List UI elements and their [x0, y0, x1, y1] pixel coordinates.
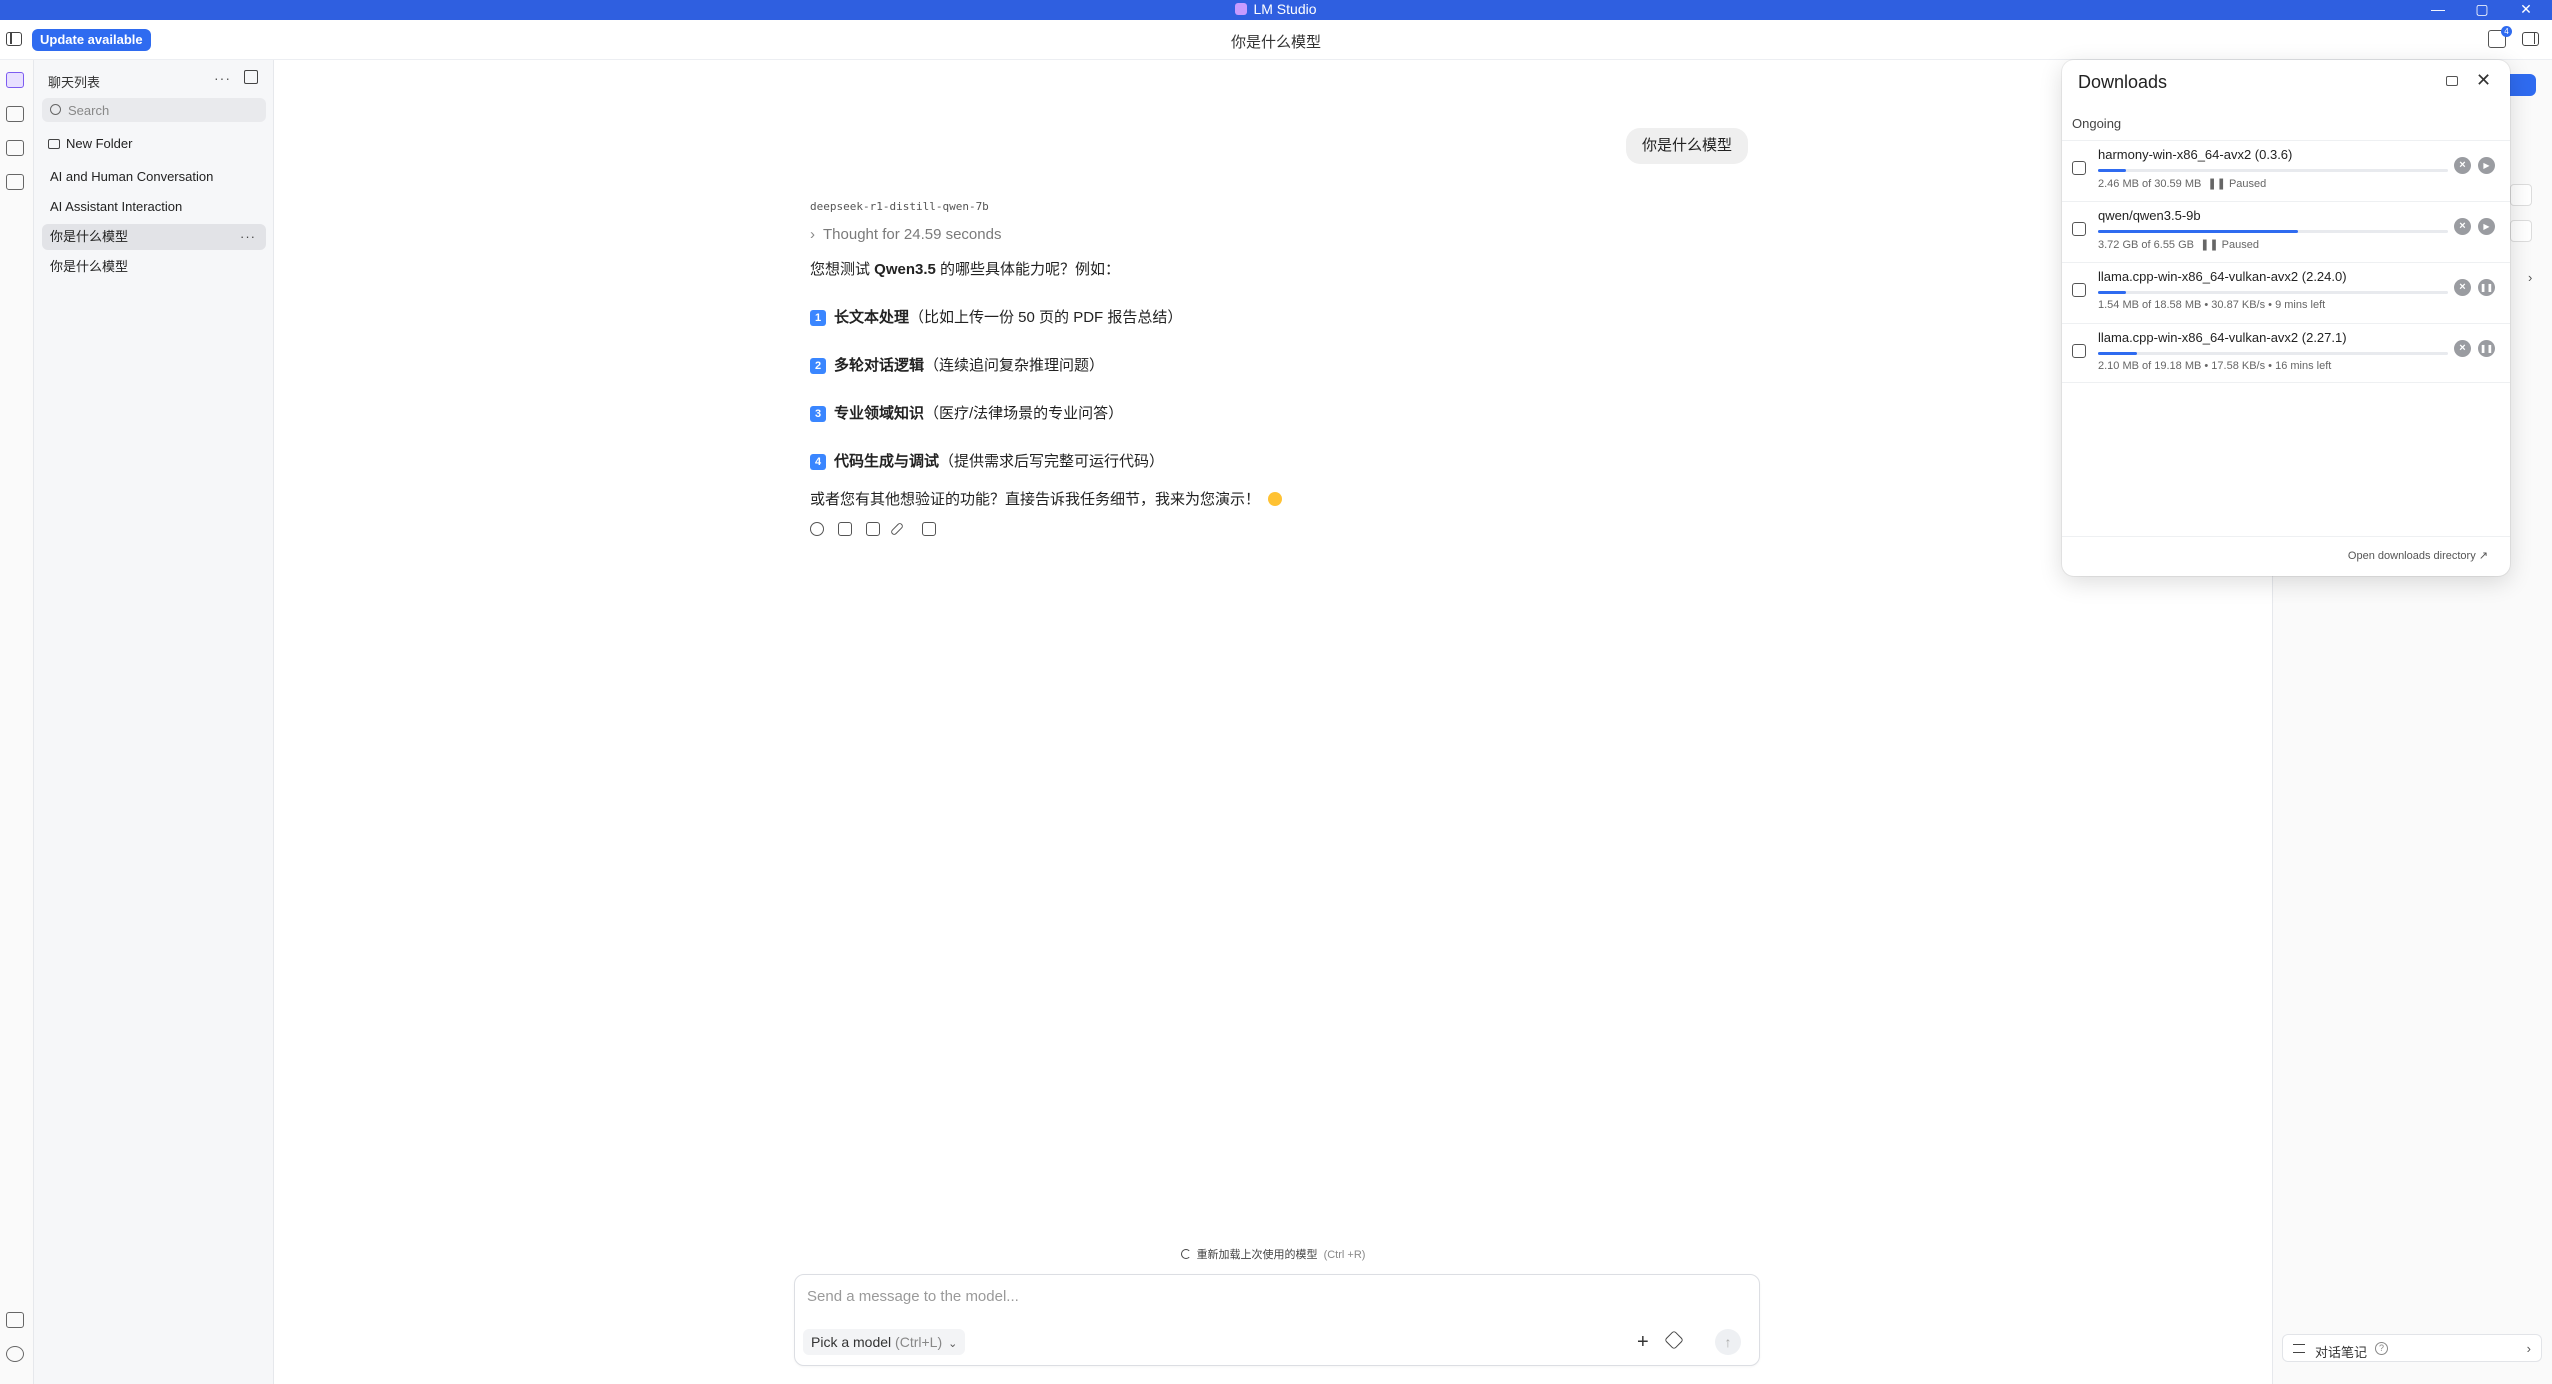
reload-last-model-hint[interactable]: 重新加载上次使用的模型 (Ctrl +R) — [274, 1246, 2272, 1262]
side-panel-select[interactable] — [2510, 184, 2532, 206]
download-progress-bar — [2098, 169, 2448, 172]
cancel-download-icon[interactable]: × — [2454, 157, 2471, 174]
message-input[interactable] — [807, 1285, 1727, 1307]
maximize-button[interactable]: ▢ — [2462, 0, 2502, 20]
user-message-bubble: 你是什么模型 — [1626, 128, 1749, 164]
chip-icon — [2072, 161, 2086, 175]
chevron-right-icon[interactable]: › — [2528, 270, 2532, 285]
pause-download-icon[interactable]: ❚❚ — [2478, 279, 2495, 296]
chat-title: 你是什么模型 — [1230, 34, 1321, 51]
app-title: LM Studio — [0, 1, 2552, 17]
model-icon — [2072, 222, 2086, 236]
download-item: qwen/qwen3.5-9b 3.72 GB of 6.55 GB ❚❚ Pa… — [2062, 201, 2510, 261]
edit-pencil-icon[interactable] — [889, 521, 905, 537]
chat-item-more-icon[interactable]: ··· — [240, 224, 256, 250]
cancel-download-icon[interactable]: × — [2454, 279, 2471, 296]
chip-icon — [2072, 344, 2086, 358]
help-icon[interactable]: ? — [2375, 1342, 2388, 1355]
right-panel-toggle-icon[interactable] — [2522, 32, 2539, 46]
notes-icon — [2293, 1344, 2305, 1353]
developer-nav-icon[interactable] — [6, 106, 24, 122]
capability-item: 2 多轮对话逻辑（连续追问复杂推理问题） — [810, 354, 1710, 375]
trash-icon[interactable] — [922, 522, 936, 536]
search-box — [42, 98, 266, 122]
search-icon — [50, 104, 61, 115]
copy-icon[interactable] — [866, 522, 880, 536]
download-item: llama.cpp-win-x86_64-vulkan-avx2 (2.24.0… — [2062, 262, 2510, 322]
downloads-footer: Open downloads directory ↗ — [2062, 536, 2510, 576]
close-icon[interactable]: ✕ — [2476, 70, 2491, 91]
folder-plus-icon — [48, 139, 60, 149]
answer-closing: 或者您有其他想验证的功能？直接告诉我任务细节，我来为您演示！ — [810, 488, 1710, 509]
side-panel-more-button[interactable] — [2510, 220, 2532, 242]
download-progress-bar — [2098, 352, 2448, 355]
plus-icon[interactable]: + — [1637, 1331, 1649, 1354]
gear-icon[interactable] — [6, 1346, 24, 1362]
title-bar: LM Studio — ▢ ✕ — [0, 0, 2552, 20]
number-badge-icon: 2 — [810, 358, 826, 374]
downloads-title: Downloads — [2078, 72, 2168, 92]
download-item: harmony-win-x86_64-avx2 (0.3.6) 2.46 MB … — [2062, 140, 2510, 200]
number-badge-icon: 3 — [810, 406, 826, 422]
chat-list-item[interactable]: AI and Human Conversation — [42, 164, 266, 190]
chevron-down-icon: ⌄ — [948, 1338, 958, 1350]
reload-icon — [1180, 1249, 1191, 1259]
chip-icon — [2072, 283, 2086, 297]
chat-list-item[interactable]: 你是什么模型 — [42, 254, 266, 280]
thought-toggle[interactable]: › Thought for 24.59 seconds — [810, 226, 1001, 243]
runtime-status-icon[interactable] — [6, 1312, 24, 1328]
chat-notes-bar[interactable]: 对话笔记 ? › — [2282, 1334, 2542, 1362]
models-nav-icon[interactable] — [6, 140, 24, 156]
popout-window-icon[interactable] — [2446, 76, 2458, 86]
capability-item: 1 长文本处理（比如上传一份 50 页的 PDF 报告总结） — [810, 306, 1710, 327]
chat-area: 你是什么模型 deepseek-r1-distill-qwen-7b › Thou… — [274, 60, 2272, 1384]
pause-download-icon[interactable]: ❚❚ — [2478, 340, 2495, 357]
download-progress-bar — [2098, 230, 2448, 233]
chat-list-sidebar: 聊天列表 ··· New Folder AI and Human Convers… — [34, 60, 274, 1384]
message-composer: Pick a model (Ctrl+L)⌄ + ↑ — [794, 1274, 1760, 1366]
model-picker-button[interactable]: Pick a model (Ctrl+L) ⌄ — [803, 1329, 966, 1355]
number-badge-icon: 4 — [810, 454, 826, 470]
minimize-button[interactable]: — — [2418, 0, 2458, 20]
chat-list-item[interactable]: AI Assistant Interaction — [42, 194, 266, 220]
chat-list-title: 聊天列表 — [48, 75, 101, 90]
smile-emoji-icon — [1268, 492, 1283, 506]
downloads-popover: Downloads ✕ Ongoing harmony-win-x86_64-a… — [2062, 60, 2510, 576]
cancel-download-icon[interactable]: × — [2454, 218, 2471, 235]
chat-nav-icon[interactable] — [6, 72, 24, 88]
branch-icon[interactable] — [838, 522, 852, 536]
new-chat-icon[interactable] — [244, 70, 258, 84]
download-progress-bar — [2098, 291, 2448, 294]
open-downloads-directory-link[interactable]: Open downloads directory ↗ — [2348, 549, 2488, 562]
downloads-count-badge: 4 — [2501, 26, 2512, 37]
timer-icon[interactable] — [810, 522, 824, 536]
app-header: Update available 你是什么模型 4 — [0, 20, 2552, 60]
new-folder-button[interactable]: New Folder — [48, 136, 132, 151]
close-window-button[interactable]: ✕ — [2506, 0, 2546, 20]
chat-list-item-active[interactable]: 你是什么模型 ··· — [42, 224, 266, 250]
number-badge-icon: 1 — [810, 310, 826, 326]
chevron-right-icon: › — [810, 226, 815, 243]
more-options-icon[interactable]: ··· — [214, 70, 231, 86]
resume-download-icon[interactable]: ▶ — [2478, 157, 2495, 174]
cancel-download-icon[interactable]: × — [2454, 340, 2471, 357]
answer-intro: 您想测试 Qwen3.5 的哪些具体能力呢？例如： — [810, 261, 1121, 278]
capability-item: 4 代码生成与调试（提供需求后写完整可运行代码） — [810, 450, 1710, 471]
chevron-right-icon: › — [2526, 1341, 2531, 1356]
downloads-section-label: Ongoing — [2072, 116, 2122, 131]
nav-rail — [0, 60, 34, 1384]
send-button[interactable]: ↑ — [1715, 1329, 1741, 1355]
capability-item: 3 专业领域知识（医疗/法律场景的专业问答） — [810, 402, 1710, 423]
download-item: llama.cpp-win-x86_64-vulkan-avx2 (2.27.1… — [2062, 323, 2510, 383]
discover-nav-icon[interactable] — [6, 174, 24, 190]
tools-icon[interactable] — [1664, 1330, 1684, 1350]
model-name-label: deepseek-r1-distill-qwen-7b — [810, 200, 989, 213]
search-input[interactable] — [68, 101, 258, 119]
lm-studio-logo-icon — [1235, 3, 1248, 15]
resume-download-icon[interactable]: ▶ — [2478, 218, 2495, 235]
